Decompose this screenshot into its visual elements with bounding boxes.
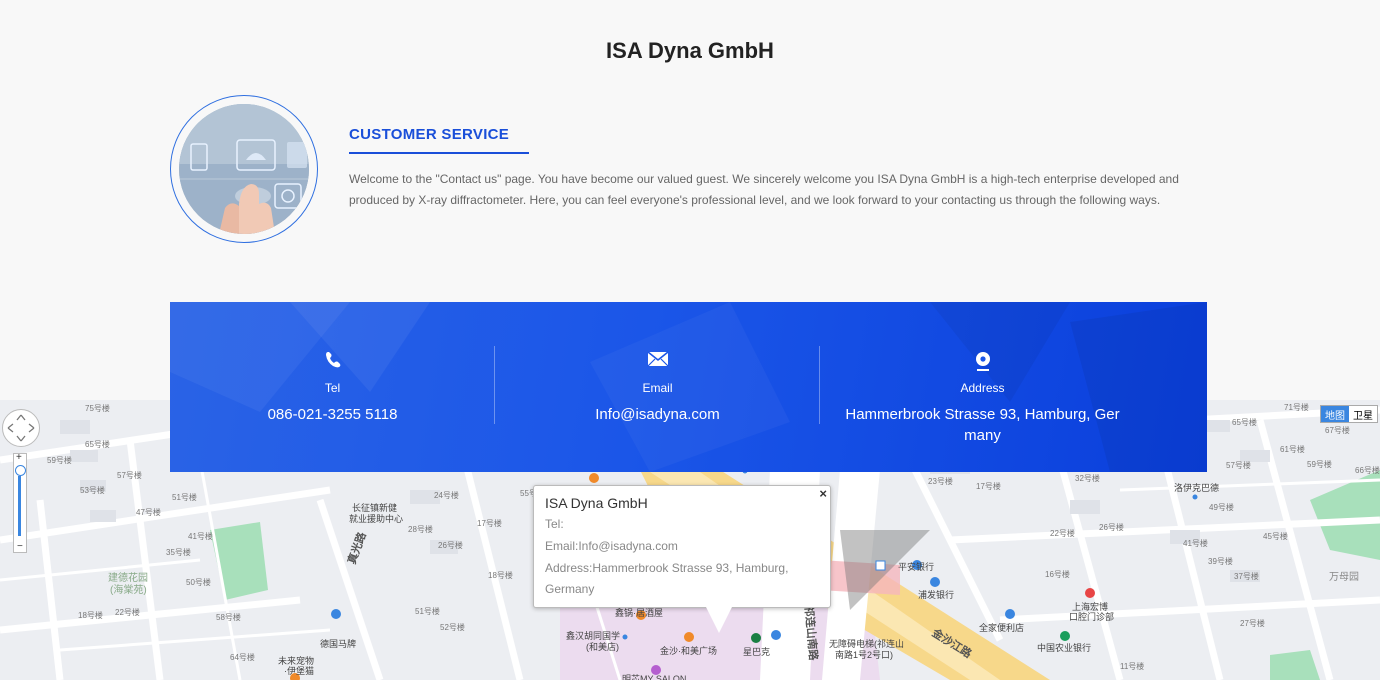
building-label: 18号楼 [488,571,513,580]
building-label: 26号楼 [438,541,463,550]
building-label: 59号楼 [1307,460,1332,469]
tel-label: Tel [324,381,341,395]
building-label: 58号楼 [216,613,241,622]
building-label: 52号楼 [440,623,465,632]
building-label: 11号楼 [1120,662,1145,671]
building-label: 51号楼 [172,493,197,502]
building-label: 22号楼 [115,608,140,617]
building-label: 59号楼 [47,456,72,465]
location-pin-icon [975,352,990,371]
contact-email: Email Info@isadyna.com [495,302,820,472]
building-label: 17号楼 [477,519,502,528]
building-label: 47号楼 [136,508,161,517]
map-label: 明芯MY SALON [622,674,687,680]
map-label: 口腔门诊部 [1069,612,1115,622]
map-label: ·伊堡猫 [284,666,314,676]
map-label: 洛伊克巴德 [1174,483,1220,493]
close-icon[interactable]: × [819,486,827,501]
building-label: 50号楼 [186,578,211,587]
building-label: 57号楼 [1226,461,1251,470]
map-type-satellite-button[interactable]: 卫星 [1349,406,1377,422]
contact-tel: Tel 086-021-3255 5118 [170,302,495,472]
building-label: 65号楼 [1232,418,1257,427]
building-label: 22号楼 [1050,529,1075,538]
building-label: 45号楼 [1263,532,1288,541]
tel-value[interactable]: 086-021-3255 5118 [190,404,475,425]
map-label: 万母园 [1329,572,1359,583]
building-label: 24号楼 [434,491,459,500]
map-label: 平安银行 [898,562,935,572]
building-label: 49号楼 [1209,503,1234,512]
building-label: 61号楼 [1280,445,1305,454]
zoom-handle[interactable] [15,465,26,476]
building-label: 35号楼 [166,548,191,557]
map-info-window: × ISA Dyna GmbH Tel: Email:Info@isadyna.… [533,485,831,608]
address-label: Address [960,381,1005,395]
building-label: 71号楼 [1284,403,1309,412]
pan-arrows-icon [7,414,35,442]
building-label: 28号楼 [408,525,433,534]
map-label: 全家便利店 [979,623,1025,633]
map-type-map-button[interactable]: 地图 [1321,406,1349,422]
info-window-title: ISA Dyna GmbH [545,495,648,511]
building-label: 41号楼 [188,532,213,541]
zoom-level-fill [18,476,21,536]
building-label: 41号楼 [1183,539,1208,548]
zoom-slider[interactable]: + − [13,452,27,553]
contact-band: Tel 086-021-3255 5118 Email Info@isadyna… [170,302,1207,472]
heading-underline [349,152,529,154]
info-window-email: Email:Info@isadyna.com [545,539,678,553]
page-title: ISA Dyna GmbH [606,38,774,63]
zoom-out-button[interactable]: − [17,541,23,552]
building-label: 57号楼 [117,471,142,480]
envelope-icon [647,351,668,367]
welcome-paragraph: Welcome to the "Contact us" page. You ha… [349,172,1179,207]
building-label: 53号楼 [80,486,105,495]
map-pan-control[interactable] [2,409,40,447]
map-label: 星巴克 [743,647,771,657]
map-label: 中国农业银行 [1037,643,1092,653]
building-label: 67号楼 [1325,426,1350,435]
map-type-toggle[interactable]: 地图 卫星 [1320,405,1378,423]
contact-address: Address Hammerbrook Strasse 93, Hamburg,… [820,302,1145,472]
building-label: 65号楼 [85,440,110,449]
email-value[interactable]: Info@isadyna.com [515,404,800,425]
building-label: 51号楼 [415,607,440,616]
info-window-pointer [705,605,733,633]
building-label: 27号楼 [1240,619,1265,628]
building-label: 64号楼 [230,653,255,662]
map-label: (和美店) [586,642,619,652]
map-label: (海棠苑) [110,585,147,596]
phone-icon [325,352,340,368]
customer-service-avatar [170,95,318,243]
building-label: 32号楼 [1075,474,1100,483]
building-label: 26号楼 [1099,523,1124,532]
info-window-tel: Tel: [545,517,564,531]
building-label: 17号楼 [976,482,1001,491]
map-label: 金沙·和美广场 [660,646,717,656]
zoom-in-button[interactable]: + [16,452,22,463]
map-label: 就业援助中心 [349,514,404,524]
info-window-address: Address:Hammerbrook Strasse 93, Hamburg, [545,561,789,575]
touch-screen-illustration [179,104,309,234]
building-label: 23号楼 [928,477,953,486]
email-label: Email [642,381,673,395]
map-label: 德国马牌 [320,639,357,649]
customer-service-heading: CUSTOMER SERVICE [349,126,510,143]
building-label: 39号楼 [1208,557,1233,566]
map-label: 浦发银行 [918,590,955,600]
building-label: 75号楼 [85,404,110,413]
info-window-address-cont: Germany [545,582,595,596]
building-label: 16号楼 [1045,570,1070,579]
building-label: 18号楼 [78,611,103,620]
building-label: 37号楼 [1234,572,1259,581]
map-label: 南路1号2号口) [835,650,894,660]
building-label: 66号楼 [1355,466,1380,475]
address-value: Hammerbrook Strasse 93, Hamburg, Germany [845,406,1120,444]
